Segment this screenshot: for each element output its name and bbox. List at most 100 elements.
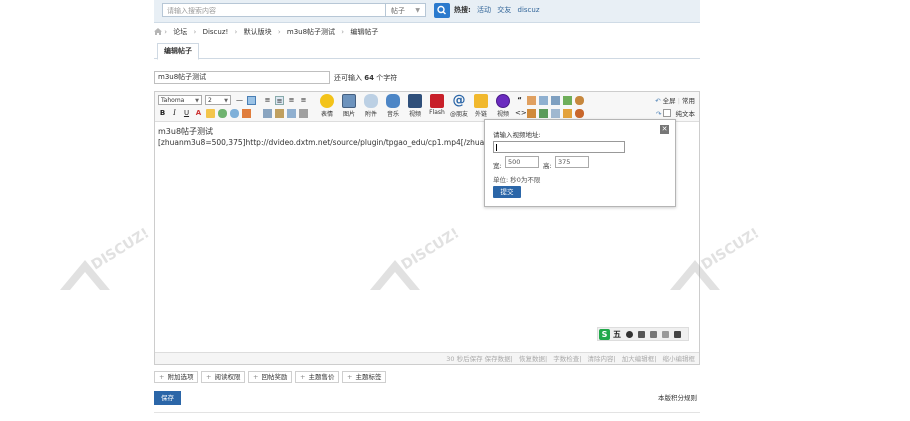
pure-text-label: 纯文本 [675, 110, 696, 118]
width-label: 宽: [493, 162, 502, 170]
mention-button[interactable]: @ @朋友 [449, 94, 469, 119]
tab-edit-post[interactable]: 编辑帖子 [157, 43, 199, 60]
pinyin-icon[interactable] [563, 109, 572, 118]
user-icon [662, 331, 669, 338]
lock-icon[interactable] [527, 96, 536, 105]
chevron-down-icon: ▼ [195, 98, 199, 104]
search-button[interactable] [434, 3, 450, 18]
option-read-permission-label: 阅读权限 [214, 373, 241, 381]
bold-icon[interactable]: B [158, 109, 167, 118]
height-input[interactable]: 375 [555, 156, 589, 168]
table-icon[interactable] [287, 109, 296, 118]
breadcrumb-forum[interactable]: 论坛 [173, 28, 187, 36]
video-label: 视频 [408, 111, 421, 118]
editor-content-bbcode[interactable]: [zhuanm3u8=500,375]http://dvideo.dxtm.ne… [158, 138, 506, 147]
subject-input[interactable]: m3u8帖子测试 [154, 71, 330, 84]
page-icon[interactable] [551, 96, 560, 105]
video-url-input[interactable] [493, 141, 625, 153]
pure-text-checkbox[interactable] [663, 109, 672, 117]
unlink-icon[interactable] [230, 109, 239, 118]
quote-icon[interactable]: “ [515, 96, 524, 105]
submit-button[interactable]: 提交 [493, 186, 521, 198]
undo-icon[interactable]: ↶ [655, 97, 660, 105]
link-icon[interactable] [218, 109, 227, 118]
redo-icon[interactable]: ↷ [656, 110, 661, 118]
subject-char-hint: 还可输入 64 个字符 [334, 73, 397, 83]
option-thread-tags[interactable]: + 主题标签 [342, 371, 387, 383]
save-button[interactable]: 保存 [154, 391, 181, 405]
fullscreen-button[interactable]: 全屏 [663, 97, 676, 105]
index-icon[interactable] [551, 109, 560, 118]
credit-rules-link[interactable]: 本版积分规则 [658, 392, 697, 402]
image-button[interactable]: 图片 [339, 94, 359, 118]
restore-data-link[interactable]: 恢复数据 [519, 355, 545, 363]
moon-icon [626, 331, 633, 338]
common-mode-button[interactable]: 常用 [682, 97, 695, 105]
align-left-icon[interactable]: ≡ [263, 96, 272, 105]
music-button[interactable]: 音乐 [383, 94, 403, 118]
align-right-icon[interactable]: ≡ [287, 96, 296, 105]
plus-icon: + [347, 373, 353, 381]
option-thread-price-label: 主题售价 [308, 373, 335, 381]
italic-icon[interactable]: I [170, 109, 179, 118]
highlight-icon[interactable] [206, 109, 215, 118]
float-icon[interactable] [299, 109, 308, 118]
pure-text-toggle[interactable]: ↷ 纯文本 [656, 108, 695, 118]
attachment-label: 附件 [364, 111, 377, 118]
hot-link-activity[interactable]: 活动 [477, 6, 491, 14]
option-extra[interactable]: + 附加选项 [154, 371, 199, 383]
close-icon[interactable]: ✕ [660, 125, 669, 134]
align-justify-icon[interactable]: ≡ [299, 96, 308, 105]
autosave-status[interactable]: 30 秒后保存 保存数据 [446, 355, 510, 363]
editor-statusbar: 30 秒后保存 保存数据| 恢复数据| 字数检查| 清除内容| 加大编辑框| 缩… [155, 352, 699, 364]
option-read-permission[interactable]: + 阅读权限 [201, 371, 246, 383]
font-size-select[interactable]: 2 ▼ [205, 95, 231, 105]
video-button[interactable]: 视频 [405, 94, 425, 118]
enlarge-editor-link[interactable]: 加大编辑框 [622, 355, 655, 363]
flash-button[interactable]: Flash [427, 94, 447, 116]
eraser-icon[interactable] [242, 109, 251, 118]
user-icon[interactable] [575, 96, 584, 105]
qq-icon[interactable] [575, 109, 584, 118]
background-color-icon[interactable] [247, 96, 256, 105]
option-extra-label: 附加选项 [167, 373, 194, 381]
word-count-link[interactable]: 字数检查 [553, 355, 579, 363]
unordered-list-icon[interactable] [275, 109, 284, 118]
shrink-editor-link[interactable]: 缩小编辑框 [663, 355, 696, 363]
emoji-button[interactable]: 表情 [317, 94, 337, 118]
input-method-bar[interactable]: S 五 [597, 327, 689, 341]
search-icon [437, 5, 447, 15]
password-icon[interactable] [563, 96, 572, 105]
font-family-select[interactable]: Tahoma ▼ [158, 95, 202, 105]
editor-content-title[interactable]: m3u8帖子测试 [158, 126, 213, 137]
hot-link-discuz[interactable]: discuz [518, 6, 540, 14]
horizontal-rule-icon[interactable]: — [235, 96, 244, 105]
external-link-icon [474, 94, 488, 108]
breadcrumb-board[interactable]: 默认版块 [244, 28, 272, 36]
clear-content-link[interactable]: 清除内容 [587, 355, 613, 363]
font-color-icon[interactable]: A [194, 109, 203, 118]
punctuation-icon [638, 331, 645, 338]
search-type-select[interactable]: 帖子 ▼ [386, 3, 426, 17]
width-input[interactable]: 500 [505, 156, 539, 168]
search-input[interactable]: 请输入搜索内容 [162, 3, 386, 17]
postbg-icon[interactable] [539, 109, 548, 118]
video-plugin-button[interactable]: 视频 [493, 94, 513, 118]
code-icon[interactable]: <> [515, 109, 527, 118]
option-thread-price[interactable]: + 主题售价 [295, 371, 340, 383]
breadcrumb-separator: › [193, 28, 197, 36]
hide-icon[interactable] [539, 96, 548, 105]
attachment-button[interactable]: 附件 [361, 94, 381, 118]
height-label: 高: [543, 162, 552, 170]
ordered-list-icon[interactable] [263, 109, 272, 118]
option-reply-reward[interactable]: + 回帖奖励 [248, 371, 293, 383]
hot-link-dating[interactable]: 交友 [497, 6, 511, 14]
free-icon[interactable] [527, 109, 536, 118]
breadcrumb-thread[interactable]: m3u8帖子测试 [287, 28, 335, 36]
underline-icon[interactable]: U [182, 109, 191, 118]
breadcrumb-discuz[interactable]: Discuz! [203, 28, 229, 36]
external-link-button[interactable]: 外链 [471, 94, 491, 118]
align-center-icon[interactable]: ≡ [275, 96, 284, 105]
home-icon[interactable] [154, 28, 162, 35]
video-url-label: 请输入视频地址: [493, 131, 541, 139]
